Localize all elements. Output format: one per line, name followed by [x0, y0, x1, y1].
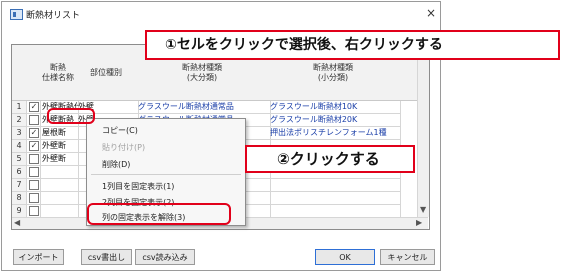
- row-number: 5: [12, 153, 27, 166]
- vertical-scrollbar[interactable]: ▲ ▼: [417, 45, 429, 217]
- menu-item-delete[interactable]: 削除(D): [102, 159, 130, 170]
- row-number: 2: [12, 114, 27, 127]
- row-checkbox[interactable]: [26, 114, 41, 127]
- row-number: 8: [12, 192, 27, 205]
- callout-step2: ②クリックする: [245, 145, 415, 173]
- checkbox-empty-icon[interactable]: [29, 193, 39, 203]
- row-checkbox[interactable]: ✓: [26, 101, 41, 114]
- cell-insulation-name[interactable]: 外壁断: [40, 153, 79, 166]
- checkbox-empty-icon[interactable]: [29, 180, 39, 190]
- scroll-right-icon[interactable]: ▶: [416, 218, 422, 227]
- cell-minor-class[interactable]: グラスウール断熱材10K: [268, 101, 401, 114]
- csv-import-button[interactable]: csv読み込み: [135, 249, 195, 265]
- checkbox-checked-icon[interactable]: ✓: [29, 141, 39, 151]
- row-checkbox[interactable]: [26, 153, 41, 166]
- row-checkbox[interactable]: [26, 166, 41, 179]
- checkbox-empty-icon[interactable]: [29, 115, 39, 125]
- callout-step1: ①セルをクリックで選択後、右クリックする: [145, 30, 560, 60]
- title-bar: 断熱材リスト ×: [2, 2, 440, 26]
- cell-minor-class[interactable]: [268, 192, 401, 205]
- cell-insulation-name[interactable]: [40, 192, 79, 205]
- menu-separator: [91, 174, 241, 175]
- checkbox-checked-icon[interactable]: ✓: [29, 128, 39, 138]
- row-checkbox[interactable]: [26, 192, 41, 205]
- cell-insulation-name[interactable]: [40, 179, 79, 192]
- cell-minor-class[interactable]: 押出法ポリスチレンフォーム1種: [268, 127, 401, 140]
- cell-insulation-name[interactable]: 外壁断: [40, 140, 79, 153]
- row-number: 1: [12, 101, 27, 114]
- close-icon[interactable]: ×: [426, 6, 436, 20]
- menu-item-highlight: [87, 203, 231, 225]
- cancel-button[interactable]: キャンセル: [380, 249, 435, 265]
- app-icon: [10, 9, 23, 20]
- selected-cell-highlight: [47, 108, 95, 124]
- scroll-left-icon[interactable]: ◀: [14, 218, 20, 227]
- csv-export-button[interactable]: csv書出し: [81, 249, 132, 265]
- checkbox-empty-icon[interactable]: [29, 167, 39, 177]
- cell-minor-class[interactable]: [268, 179, 401, 192]
- checkbox-checked-icon[interactable]: ✓: [29, 102, 39, 112]
- row-number: 6: [12, 166, 27, 179]
- row-checkbox[interactable]: [26, 179, 41, 192]
- menu-item-copy[interactable]: コピー(C): [102, 125, 138, 136]
- cell-major-class[interactable]: グラスウール断熱材通常品: [136, 101, 271, 114]
- checkbox-empty-icon[interactable]: [29, 206, 39, 216]
- import-button[interactable]: インポート: [13, 249, 64, 265]
- cell-insulation-name[interactable]: 屋根断: [40, 127, 79, 140]
- menu-item-paste[interactable]: 貼り付け(P): [102, 142, 145, 153]
- header-insulation-name[interactable]: 断熱 仕様名称: [40, 45, 77, 101]
- cell-minor-class[interactable]: グラスウール断熱材20K: [268, 114, 401, 127]
- ok-button[interactable]: OK: [315, 249, 375, 265]
- header-corner: [12, 45, 41, 101]
- row-number: 4: [12, 140, 27, 153]
- header-part-type[interactable]: 部位種別: [76, 45, 137, 101]
- row-number: 7: [12, 179, 27, 192]
- scroll-down-icon[interactable]: ▼: [420, 205, 426, 214]
- row-checkbox[interactable]: ✓: [26, 140, 41, 153]
- window-title: 断熱材リスト: [26, 11, 81, 21]
- row-checkbox[interactable]: ✓: [26, 127, 41, 140]
- menu-item-freeze-col1[interactable]: 1列目を固定表示(1): [102, 181, 174, 192]
- cell-insulation-name[interactable]: [40, 166, 79, 179]
- checkbox-empty-icon[interactable]: [29, 154, 39, 164]
- row-number: 3: [12, 127, 27, 140]
